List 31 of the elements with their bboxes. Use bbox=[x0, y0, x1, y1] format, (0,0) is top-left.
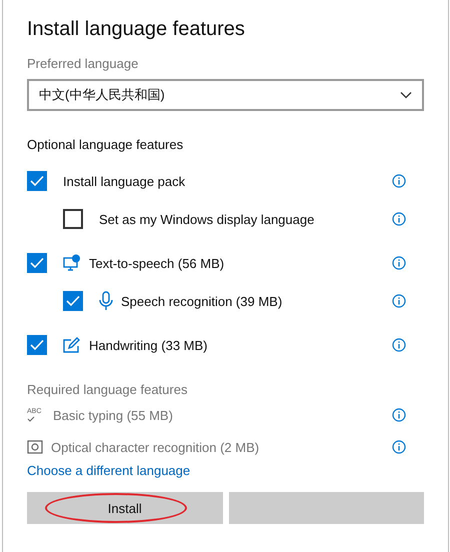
checkbox[interactable] bbox=[27, 335, 47, 355]
microphone-icon bbox=[99, 291, 113, 311]
feature-label: Speech recognition (39 MB) bbox=[121, 294, 284, 308]
feature-label: Text-to-speech (56 MB) bbox=[89, 256, 226, 270]
info-icon[interactable] bbox=[392, 212, 406, 226]
info-icon[interactable] bbox=[392, 338, 406, 352]
choose-language-link[interactable]: Choose a different language bbox=[27, 463, 424, 478]
language-dropdown[interactable]: 中文(中华人民共和国) bbox=[27, 79, 424, 111]
feature-label: Basic typing (55 MB) bbox=[53, 408, 174, 422]
feature-label: Handwriting (33 MB) bbox=[89, 338, 208, 352]
checkbox[interactable] bbox=[27, 253, 47, 273]
speaker-monitor-icon bbox=[63, 254, 81, 272]
checkbox[interactable] bbox=[27, 171, 47, 191]
feature-label: Set as my Windows display language bbox=[99, 212, 316, 226]
install-button[interactable]: Install bbox=[27, 492, 222, 524]
info-icon[interactable] bbox=[392, 408, 406, 422]
chevron-down-icon bbox=[400, 91, 412, 99]
dialog-title: Install language features bbox=[27, 17, 246, 42]
feature-label: Install language pack bbox=[63, 174, 186, 188]
pen-on-pad-icon bbox=[63, 337, 81, 353]
info-icon[interactable] bbox=[392, 440, 406, 454]
feature-label: Optical character recognition (2 MB) bbox=[51, 440, 260, 454]
section-heading: Required language features bbox=[27, 382, 188, 397]
field-label: Preferred language bbox=[27, 56, 140, 71]
section-heading: Optional language features bbox=[27, 137, 184, 152]
info-icon[interactable] bbox=[392, 256, 406, 270]
checkbox[interactable] bbox=[63, 209, 83, 229]
checkbox[interactable] bbox=[63, 291, 83, 311]
info-icon[interactable] bbox=[392, 174, 406, 188]
info-icon[interactable] bbox=[392, 294, 406, 308]
camera-frame-icon bbox=[27, 440, 43, 454]
